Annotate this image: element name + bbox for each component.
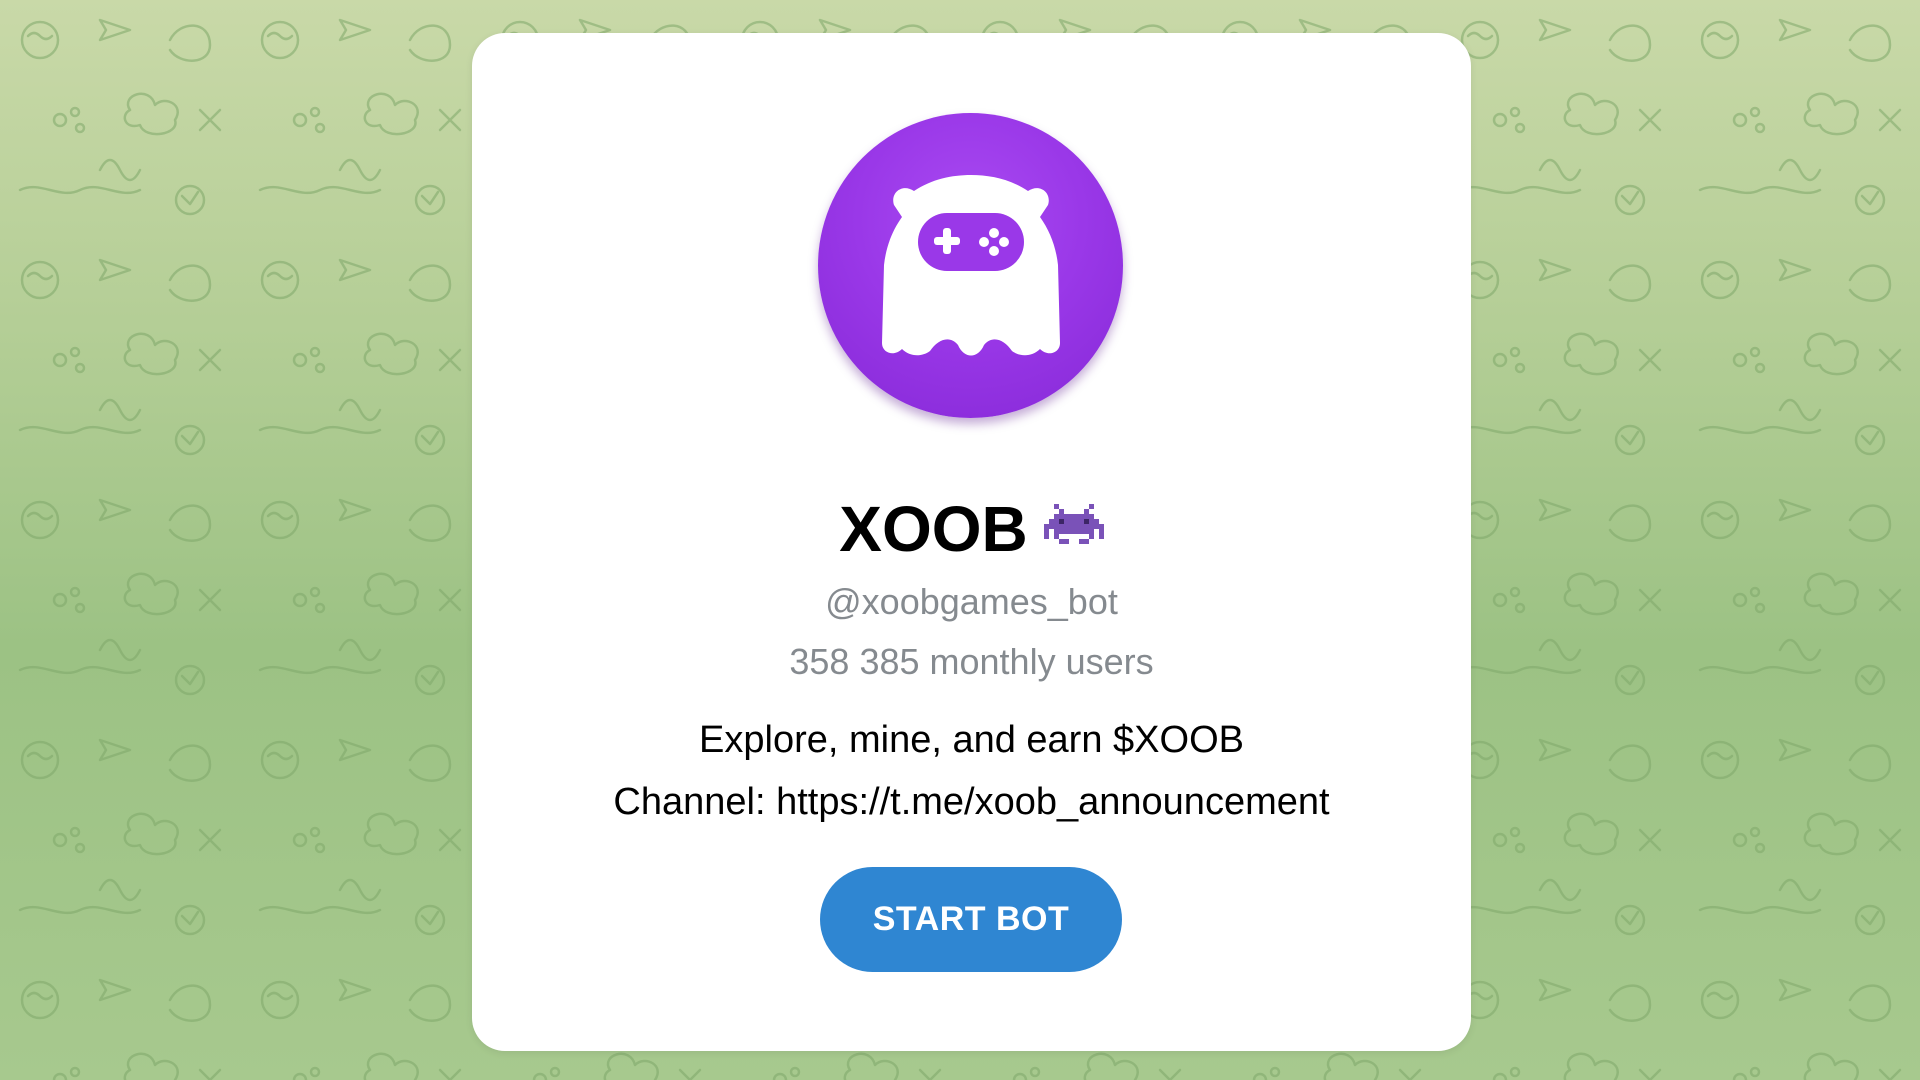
bot-description-line-1: Explore, mine, and earn $XOOB (699, 719, 1244, 761)
bot-info-card: XOOB @xoobgames_bot 358 385 monthly user… (472, 33, 1471, 1051)
gamepad-monster-icon (882, 175, 1060, 356)
bot-title: XOOB (839, 493, 1028, 565)
space-invader-icon (1043, 504, 1104, 544)
bot-avatar (818, 113, 1123, 418)
bot-description-line-2: Channel: https://t.me/xoob_announcement (613, 781, 1330, 823)
bot-username: @xoobgames_bot (825, 581, 1118, 622)
monthly-users-count: 358 385 monthly users (789, 641, 1154, 682)
bot-title-row: XOOB (472, 489, 1471, 569)
start-bot-button[interactable]: START BOT (820, 867, 1122, 972)
